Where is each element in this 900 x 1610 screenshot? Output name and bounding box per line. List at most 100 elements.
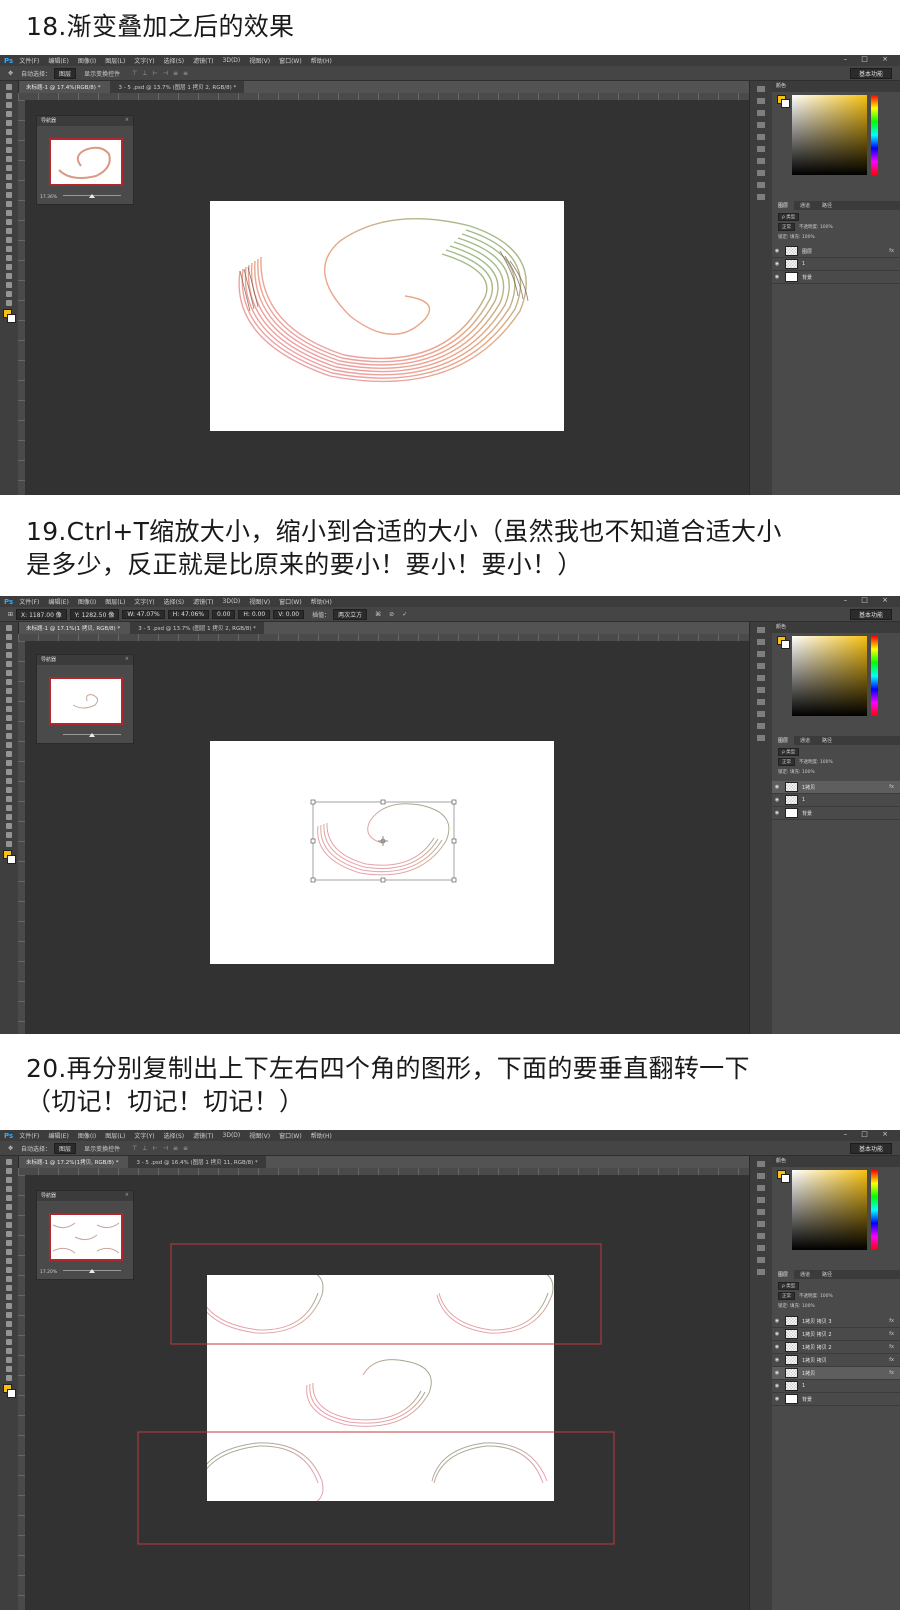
menu-layer[interactable]: 图层(L)	[105, 56, 125, 65]
commit-transform-icon[interactable]: ✓	[402, 611, 407, 618]
layer-row[interactable]: ◉ 1拷贝 拷贝 2 fx	[772, 1328, 900, 1341]
layer-row[interactable]: ◉ 1拷贝 fx	[772, 1367, 900, 1380]
interpolation-select[interactable]: 两次立方	[333, 608, 368, 620]
hue-slider[interactable]	[871, 636, 878, 716]
height-field[interactable]: H: 47.06%	[167, 609, 210, 619]
visibility-eye-icon[interactable]: ◉	[772, 784, 782, 790]
menu-3d[interactable]: 3D(D)	[223, 57, 241, 64]
width-field[interactable]: W: 47.07%	[122, 609, 165, 619]
menu-edit[interactable]: 编辑(E)	[48, 597, 68, 606]
visibility-eye-icon[interactable]: ◉	[772, 1396, 782, 1402]
tab-layers[interactable]: 图层	[772, 201, 795, 210]
tab-document-active[interactable]: 未标题-1 @ 17.4%(RGB/8) *	[18, 81, 109, 93]
visibility-eye-icon[interactable]: ◉	[772, 810, 782, 816]
tab-layers[interactable]: 图层	[772, 1270, 795, 1279]
navigator-zoom-level[interactable]: 17.36%	[40, 195, 57, 200]
panel-background-swatch[interactable]	[781, 1174, 790, 1183]
align-icons[interactable]: ⊤⊥⊢⊣≡≡	[132, 70, 193, 77]
window-controls[interactable]: – □ ×	[844, 55, 894, 63]
hue-slider[interactable]	[871, 1170, 878, 1250]
menu-filter[interactable]: 滤镜(T)	[193, 597, 213, 606]
fill-control[interactable]: 填充: 100%	[790, 234, 815, 240]
close-icon[interactable]: ×	[125, 656, 129, 662]
layer-kind-filter[interactable]: ρ 类型	[778, 748, 800, 756]
menu-view[interactable]: 视图(V)	[249, 597, 270, 606]
document-canvas[interactable]	[210, 201, 564, 431]
tab-paths[interactable]: 路径	[816, 1270, 838, 1279]
auto-select-mode[interactable]: 图层	[54, 67, 77, 79]
visibility-eye-icon[interactable]: ◉	[772, 1344, 782, 1350]
navigator-thumbnail[interactable]	[49, 677, 123, 725]
move-tool-icon[interactable]: ✥	[8, 70, 13, 77]
layer-row[interactable]: ◉ 背景	[772, 271, 900, 284]
menu-3d[interactable]: 3D(D)	[223, 598, 241, 605]
layer-row[interactable]: ◉ 1拷贝 拷贝 fx	[772, 1354, 900, 1367]
background-color-swatch[interactable]	[7, 855, 16, 864]
document-canvas[interactable]	[210, 741, 554, 964]
visibility-eye-icon[interactable]: ◉	[772, 248, 782, 254]
menu-window[interactable]: 窗口(W)	[279, 597, 302, 606]
layer-row[interactable]: ◉ 背景	[772, 1393, 900, 1406]
reference-point-icon[interactable]: ⊞	[8, 611, 13, 618]
tab-document-2[interactable]: 3 - 5 .psd @ 13.7% (图层 1 拷贝 2, RGB/8) *	[130, 622, 264, 634]
workspace-switcher[interactable]: 基本功能	[849, 609, 892, 620]
menu-type[interactable]: 文字(Y)	[134, 597, 154, 606]
opacity-control[interactable]: 不透明度: 100%	[799, 224, 833, 230]
layer-row[interactable]: ◉ 1	[772, 1380, 900, 1393]
layer-row[interactable]: ◉ 1拷贝 拷贝 2 fx	[772, 1341, 900, 1354]
tab-channels[interactable]: 通道	[794, 201, 816, 210]
color-picker-field[interactable]	[792, 1170, 867, 1250]
layer-row[interactable]: ◉ 1拷贝 fx	[772, 781, 900, 794]
menu-window[interactable]: 窗口(W)	[279, 56, 302, 65]
tab-paths[interactable]: 路径	[816, 201, 838, 210]
panel-background-swatch[interactable]	[781, 640, 790, 649]
menu-type[interactable]: 文字(Y)	[134, 56, 154, 65]
visibility-eye-icon[interactable]: ◉	[772, 1357, 782, 1363]
layer-kind-filter[interactable]: ρ 类型	[778, 213, 800, 221]
zoom-slider-knob[interactable]	[89, 733, 95, 737]
transform-center-icon[interactable]	[378, 836, 388, 846]
visibility-eye-icon[interactable]: ◉	[772, 1383, 782, 1389]
menu-filter[interactable]: 滤镜(T)	[193, 56, 213, 65]
tab-document-active[interactable]: 未标题-1 @ 17.1%(1 拷贝, RGB/8) *	[18, 622, 129, 634]
warp-icon[interactable]: ⌘	[375, 611, 381, 618]
menu-file[interactable]: 文件(F)	[19, 597, 39, 606]
menu-select[interactable]: 选择(S)	[164, 56, 185, 65]
visibility-eye-icon[interactable]: ◉	[772, 1370, 782, 1376]
background-color-swatch[interactable]	[7, 314, 16, 323]
window-controls[interactable]: – □ ×	[844, 596, 894, 604]
visibility-eye-icon[interactable]: ◉	[772, 797, 782, 803]
layer-row[interactable]: ◉ 1	[772, 794, 900, 807]
cancel-transform-icon[interactable]: ⊘	[389, 611, 394, 618]
tab-document-2[interactable]: 3 - 5 .psd @ 13.7% (图层 1 拷贝 2, RGB/8) *	[110, 81, 245, 93]
menu-file[interactable]: 文件(F)	[19, 56, 39, 65]
blend-mode-select[interactable]: 正常	[778, 1292, 795, 1300]
tab-layers[interactable]: 图层	[772, 736, 795, 745]
layer-kind-filter[interactable]: ρ 类型	[778, 1282, 800, 1290]
menu-edit[interactable]: 编辑(E)	[48, 56, 68, 65]
menu-layer[interactable]: 图层(L)	[105, 597, 125, 606]
layer-row[interactable]: ◉ 图层 fx	[772, 245, 900, 258]
fill-control[interactable]: 填充: 100%	[790, 1303, 815, 1309]
layer-row[interactable]: ◉ 1	[772, 258, 900, 271]
visibility-eye-icon[interactable]: ◉	[772, 1318, 782, 1324]
navigator-thumbnail[interactable]	[49, 138, 123, 186]
layer-row[interactable]: ◉ 背景	[772, 807, 900, 820]
v-skew-field[interactable]: V: 0.00	[273, 609, 305, 619]
opacity-control[interactable]: 不透明度: 100%	[799, 1293, 833, 1299]
auto-select-label[interactable]: 自动选择：	[21, 71, 51, 78]
color-picker-field[interactable]	[792, 636, 867, 716]
zoom-slider-knob[interactable]	[89, 194, 95, 198]
workspace-switcher[interactable]: 基本功能	[849, 68, 892, 79]
h-skew-field[interactable]: H: 0.00	[238, 609, 271, 619]
hue-slider[interactable]	[871, 95, 878, 175]
menu-view[interactable]: 视图(V)	[249, 56, 270, 65]
visibility-eye-icon[interactable]: ◉	[772, 1331, 782, 1337]
close-icon[interactable]: ×	[125, 117, 129, 123]
tab-channels[interactable]: 通道	[794, 1270, 816, 1279]
angle-field[interactable]: 0.00	[212, 609, 236, 619]
visibility-eye-icon[interactable]: ◉	[772, 274, 782, 280]
tab-paths[interactable]: 路径	[816, 736, 838, 745]
tab-channels[interactable]: 通道	[794, 736, 816, 745]
x-position-field[interactable]: X: 1187.00 像	[16, 608, 67, 620]
